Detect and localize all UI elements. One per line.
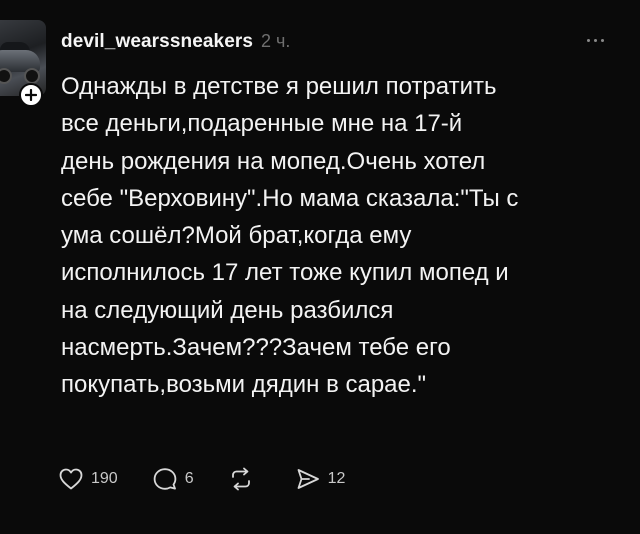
send-icon	[297, 469, 319, 489]
share-button[interactable]: 12	[295, 467, 346, 491]
post-time: 2 ч.	[261, 31, 291, 51]
post-line: насмерть.Зачем???Зачем тебе его	[61, 334, 451, 362]
post-text: Однажды в детстве я решил потратить все …	[61, 68, 621, 404]
comment-button[interactable]: 6	[152, 467, 194, 491]
heart-icon	[59, 468, 83, 490]
comment-bubble-icon	[153, 468, 177, 490]
post-line: все деньги,подаренные мне на 17-й	[61, 110, 463, 138]
repost-button[interactable]	[228, 467, 261, 491]
plus-icon	[25, 89, 37, 101]
username[interactable]: devil_wearssneakers	[61, 31, 253, 53]
share-count: 12	[327, 470, 346, 487]
action-bar: 190 6 12	[58, 466, 379, 492]
like-count: 190	[91, 470, 118, 487]
comment-count: 6	[184, 470, 194, 487]
post-line: Однажды в детстве я решил потратить	[61, 73, 497, 100]
post-line: покупать,возьми дядин в сарае."	[61, 371, 427, 399]
like-button[interactable]: 190	[58, 467, 118, 491]
thread-post: devil_wearssneakers 2 ч. Однажды в детст…	[0, 0, 640, 534]
more-dot	[600, 38, 604, 42]
post-line: день рождения на мопед.Очень хотел	[61, 147, 486, 175]
post-line: исполнилось 17 лет тоже купил мопед и	[61, 259, 509, 287]
avatar-wheel-back	[24, 68, 40, 84]
post-line: ума сошёл?Мой брат,когда ему	[61, 222, 412, 250]
more-button[interactable]	[580, 30, 610, 50]
more-dot	[593, 38, 597, 42]
repost-icon	[231, 467, 250, 491]
post-line: на следующий день разбился	[61, 296, 394, 324]
more-dots-icon	[586, 38, 590, 42]
post-header: devil_wearssneakers 2 ч.	[61, 31, 290, 53]
avatar-wheel-front	[0, 68, 12, 84]
follow-button[interactable]	[19, 83, 43, 107]
post-line: себе "Верховину".Но мама сказала:"Ты с	[61, 184, 519, 212]
